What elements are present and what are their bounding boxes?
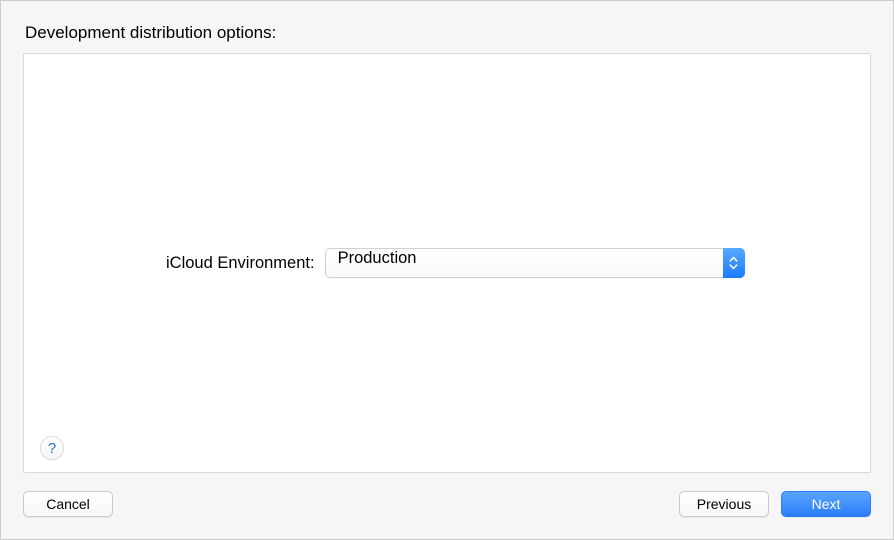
- dialog-heading: Development distribution options:: [25, 23, 871, 43]
- help-button[interactable]: ?: [40, 436, 64, 460]
- help-icon: ?: [48, 440, 56, 457]
- form-area: iCloud Environment: Production: [38, 68, 856, 458]
- dialog-footer: Cancel Previous Next: [23, 491, 871, 517]
- previous-button[interactable]: Previous: [679, 491, 769, 517]
- icloud-environment-label: iCloud Environment:: [166, 254, 315, 273]
- icloud-environment-value: Production: [325, 248, 745, 278]
- icloud-environment-row: iCloud Environment: Production: [38, 248, 856, 278]
- icloud-environment-select[interactable]: Production: [325, 248, 745, 278]
- options-panel: iCloud Environment: Production ?: [23, 53, 871, 473]
- cancel-button[interactable]: Cancel: [23, 491, 113, 517]
- next-button[interactable]: Next: [781, 491, 871, 517]
